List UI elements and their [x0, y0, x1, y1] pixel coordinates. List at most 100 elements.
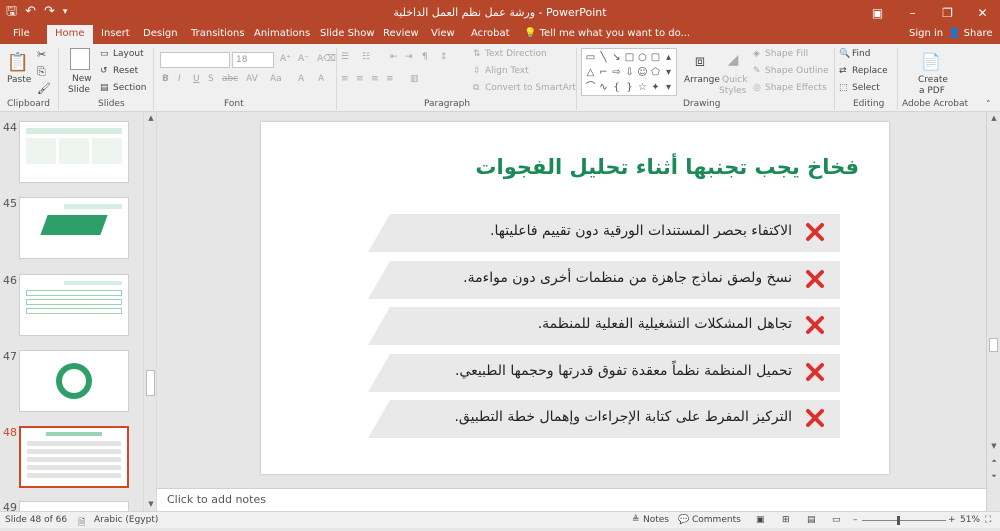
strikethrough-button[interactable]: abc: [222, 74, 238, 84]
scrollbar-thumb[interactable]: [989, 338, 998, 352]
normal-view-icon[interactable]: ▣: [756, 515, 765, 525]
shape-fill-button[interactable]: Shape Fill: [765, 49, 808, 59]
scroll-up-arrow-icon[interactable]: ▲: [144, 114, 158, 122]
increase-indent-icon[interactable]: ⇥: [405, 52, 413, 62]
create-pdf-button[interactable]: Create: [918, 75, 948, 85]
scroll-down-arrow-icon[interactable]: ▼: [144, 500, 158, 508]
scroll-shape-icon[interactable]: ▾: [662, 65, 675, 80]
quick-styles-button[interactable]: Quick: [722, 75, 747, 85]
notes-toggle[interactable]: Notes: [643, 515, 669, 525]
scroll-down-arrow-icon[interactable]: ▼: [987, 442, 1000, 450]
create-pdf-icon[interactable]: 📄: [920, 49, 942, 73]
scrollbar-thumb[interactable]: [146, 370, 155, 396]
numbering-icon[interactable]: ☷: [362, 52, 370, 62]
line-shape-icon[interactable]: ╲: [597, 50, 610, 65]
align-text-button[interactable]: Align Text: [485, 66, 529, 76]
format-painter-icon[interactable]: 🖌: [37, 82, 51, 95]
line-spacing-icon[interactable]: ↕: [440, 52, 448, 62]
align-left-icon[interactable]: ≡: [341, 74, 349, 84]
sign-in-link[interactable]: Sign in: [909, 28, 943, 39]
tab-view[interactable]: View: [431, 28, 455, 39]
rtl-icon[interactable]: ¶: [422, 52, 428, 62]
previous-slide-icon[interactable]: ⏶: [987, 457, 1000, 466]
font-color-button[interactable]: A: [318, 74, 324, 84]
tab-acrobat[interactable]: Acrobat: [471, 28, 510, 39]
slide-thumbnail-44[interactable]: [19, 121, 129, 183]
decrease-indent-icon[interactable]: ⇤: [390, 52, 398, 62]
spelling-icon[interactable]: 🗎: [78, 515, 85, 531]
comments-toggle[interactable]: Comments: [692, 515, 741, 525]
paste-icon[interactable]: 📋: [7, 50, 29, 74]
restore-button[interactable]: ❐: [930, 0, 965, 25]
zoom-in-button[interactable]: +: [948, 515, 956, 525]
bold-button[interactable]: B: [162, 74, 169, 84]
ribbon-options-button[interactable]: ▣: [860, 0, 895, 25]
slideshow-icon[interactable]: ▭: [832, 515, 841, 525]
smiley-shape-icon[interactable]: ☺: [636, 65, 649, 80]
tab-insert[interactable]: Insert: [101, 28, 130, 39]
next-slide-icon[interactable]: ⏷: [987, 472, 1000, 481]
slide-thumbnail-47[interactable]: [19, 350, 129, 412]
elbow-shape-icon[interactable]: ⌐: [597, 65, 610, 80]
char-spacing-button[interactable]: AV: [246, 74, 258, 84]
tell-me-search[interactable]: 💡 Tell me what you want to do...: [524, 28, 690, 39]
tab-review[interactable]: Review: [383, 28, 419, 39]
find-button[interactable]: Find: [852, 49, 870, 59]
zoom-out-button[interactable]: –: [853, 515, 858, 525]
right-brace-shape-icon[interactable]: }: [623, 80, 636, 95]
bullets-icon[interactable]: ☰: [341, 52, 349, 62]
shadow-button[interactable]: S: [208, 74, 214, 84]
select-button[interactable]: Select: [852, 83, 880, 93]
align-right-icon[interactable]: ≡: [371, 74, 379, 84]
new-slide-icon[interactable]: [70, 48, 90, 70]
italic-button[interactable]: I: [178, 74, 181, 84]
slide-thumbnail-48[interactable]: [19, 426, 129, 488]
tab-home[interactable]: Home: [47, 25, 93, 44]
star-shape-icon[interactable]: ☆: [636, 80, 649, 95]
scroll-up-arrow-icon[interactable]: ▲: [987, 114, 1000, 122]
rectangle-shape-icon[interactable]: □: [623, 50, 636, 65]
change-case-button[interactable]: Aa: [270, 74, 282, 84]
tab-transitions[interactable]: Transitions: [191, 28, 245, 39]
down-arrow-shape-icon[interactable]: ⇩: [623, 65, 636, 80]
right-arrow-shape-icon[interactable]: ⇨: [610, 65, 623, 80]
reset-button[interactable]: Reset: [113, 66, 138, 76]
highlight-button[interactable]: A: [298, 74, 304, 84]
left-brace-shape-icon[interactable]: {: [610, 80, 623, 95]
new-slide-button[interactable]: New: [72, 74, 92, 84]
oval-shape-icon[interactable]: ○: [636, 50, 649, 65]
pitfall-item-3[interactable]: تجاهل المشكلات التشغيلية الفعلية للمنظمة…: [368, 307, 840, 345]
justify-icon[interactable]: ≡: [386, 74, 394, 84]
triangle-shape-icon[interactable]: △: [584, 65, 597, 80]
replace-button[interactable]: Replace: [852, 66, 888, 76]
quick-styles-button-line2[interactable]: Styles: [719, 86, 746, 96]
tab-design[interactable]: Design: [143, 28, 178, 39]
notes-pane[interactable]: Click to add notes: [157, 488, 986, 511]
language-indicator[interactable]: Arabic (Egypt): [94, 515, 158, 525]
pitfall-item-4[interactable]: تحميل المنظمة نظماً معقدة تفوق قدرتها وح…: [368, 354, 840, 392]
slide-canvas[interactable]: فخاخ يجب تجنبها أثناء تحليل الفجوات الاك…: [261, 122, 889, 474]
thumbnail-scrollbar[interactable]: ▲ ▼: [143, 112, 157, 512]
text-box-shape-icon[interactable]: ▭: [584, 50, 597, 65]
arc-shape-icon[interactable]: ⌒: [584, 80, 597, 95]
font-name-input[interactable]: [160, 52, 230, 68]
clear-format-icon[interactable]: A⌫: [317, 54, 336, 64]
shapes-gallery[interactable]: ▭ ╲ ↘ □ ○ ▢ ▴ △ ⌐ ⇨ ⇩ ☺ ⬠ ▾ ⌒ ∿ { } ☆ ✦ …: [581, 48, 677, 96]
reading-view-icon[interactable]: ▤: [807, 515, 816, 525]
font-size-input[interactable]: 18: [232, 52, 274, 68]
cut-icon[interactable]: ✂: [37, 48, 46, 61]
more-shapes-icon[interactable]: ▴: [662, 50, 675, 65]
tab-animations[interactable]: Animations: [254, 28, 310, 39]
convert-smartart-button[interactable]: Convert to SmartArt: [485, 83, 576, 93]
section-button[interactable]: Section: [113, 83, 146, 93]
shape-outline-button[interactable]: Shape Outline: [765, 66, 829, 76]
new-slide-button-line2[interactable]: Slide: [68, 85, 90, 95]
pitfall-item-1[interactable]: الاكتفاء بحصر المستندات الورقية دون تقيي…: [368, 214, 840, 252]
rounded-rect-shape-icon[interactable]: ▢: [649, 50, 662, 65]
slide-thumbnail-46[interactable]: [19, 274, 129, 336]
align-center-icon[interactable]: ≡: [356, 74, 364, 84]
create-pdf-button-line2[interactable]: a PDF: [919, 86, 945, 96]
layout-button[interactable]: Layout: [113, 49, 144, 59]
zoom-slider-handle[interactable]: [897, 516, 900, 525]
collapse-ribbon-icon[interactable]: ˄: [986, 100, 991, 110]
